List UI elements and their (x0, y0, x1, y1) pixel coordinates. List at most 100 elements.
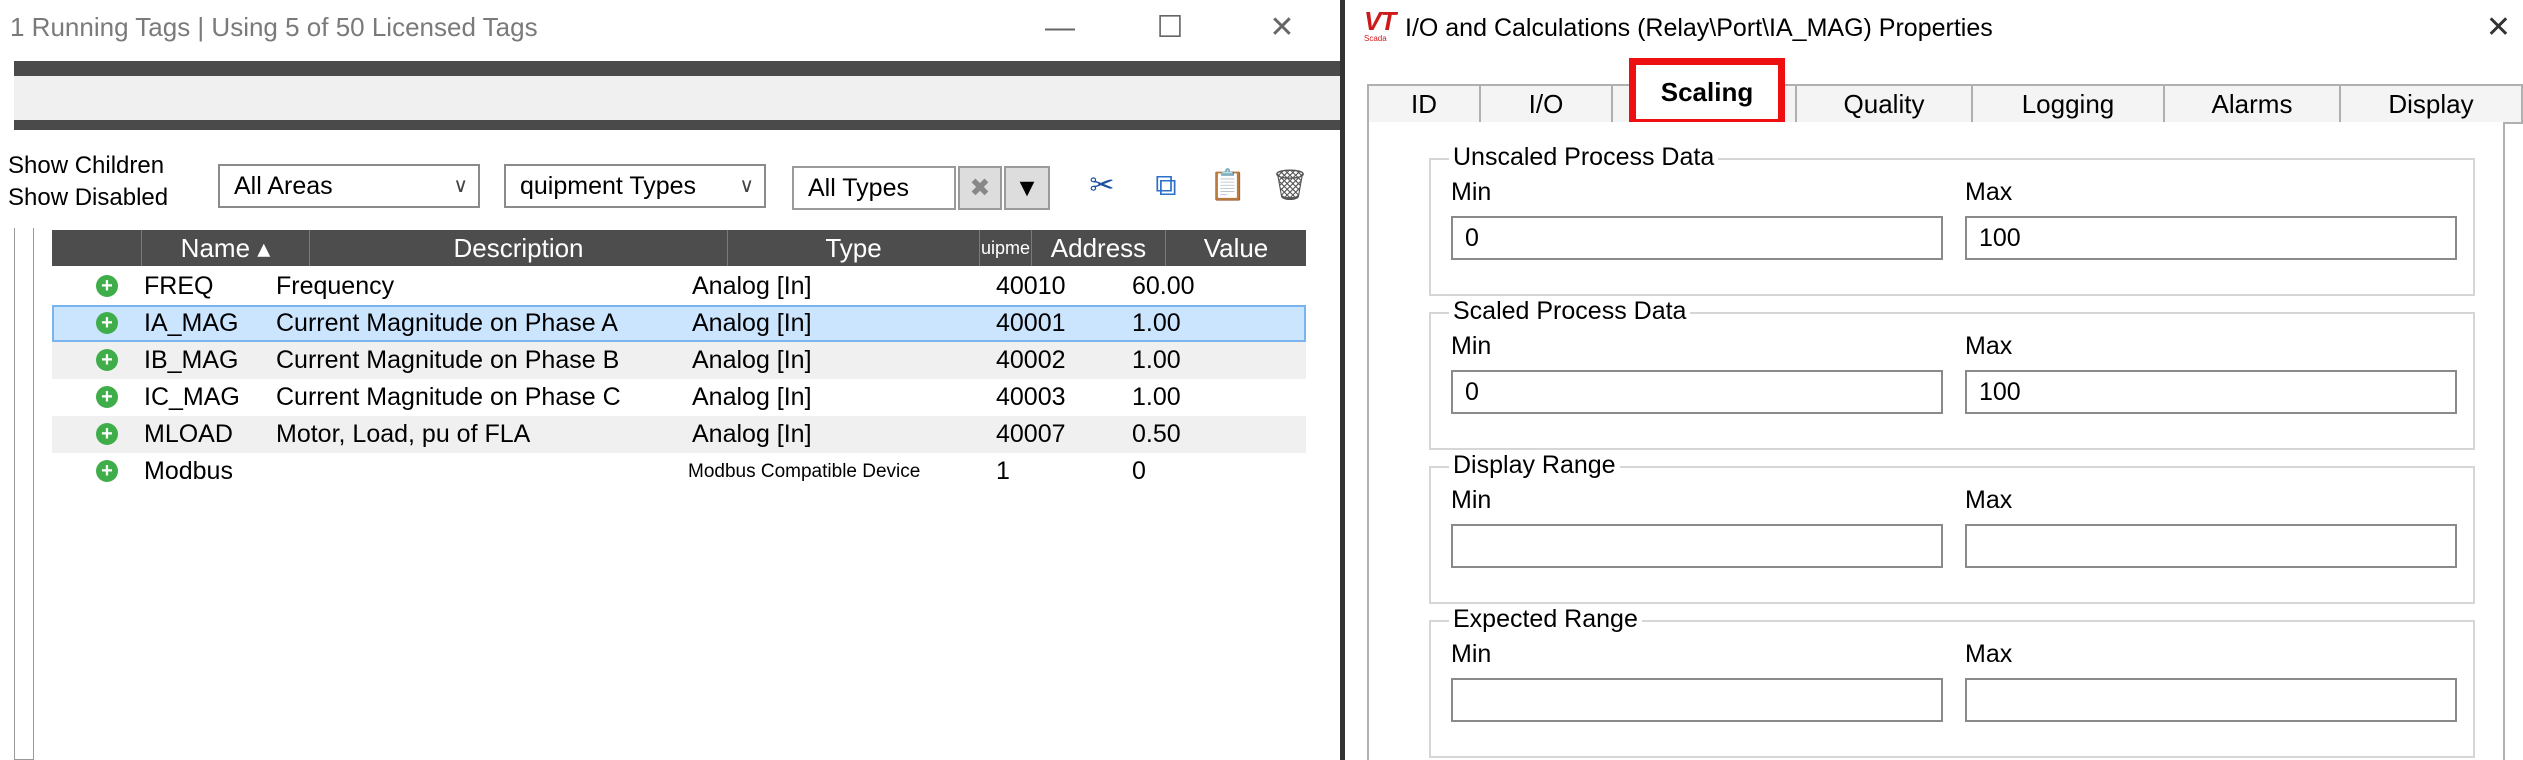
tab-scaling-active[interactable]: Scaling (1629, 58, 1785, 126)
area-filter-select[interactable]: All Areas ∨ (218, 164, 480, 208)
add-icon[interactable]: + (96, 349, 118, 371)
tab-alarms[interactable]: Alarms (2163, 84, 2341, 122)
cell-description: Current Magnitude on Phase A (276, 309, 618, 337)
vtscada-logo-icon: VT (1364, 6, 1396, 36)
tab-logging[interactable]: Logging (1971, 84, 2165, 122)
vtscada-logo-subtext: Scada (1364, 34, 1387, 43)
column-header-type[interactable]: Type (728, 230, 980, 266)
show-children-checkbox[interactable]: Show Children (8, 152, 164, 180)
cell-address: 40007 (996, 420, 1066, 448)
tab-display[interactable]: Display (2339, 84, 2523, 122)
cell-type: Analog [In] (692, 346, 812, 374)
tag-browser-window: 1 Running Tags | Using 5 of 50 Licensed … (0, 0, 1340, 760)
chevron-down-icon: ∨ (739, 175, 754, 197)
min-label: Min (1451, 486, 1492, 514)
cell-type: Analog [In] (692, 272, 812, 300)
cell-value: 1.00 (1132, 383, 1181, 411)
tab-id[interactable]: ID (1367, 84, 1481, 122)
display-range-max-input[interactable] (1965, 524, 2457, 568)
cell-address: 40010 (996, 272, 1066, 300)
close-icon[interactable]: ✕ (1262, 8, 1302, 48)
cut-icon[interactable]: ✂ (1082, 166, 1122, 206)
scaling-panel: Unscaled Process Data Min Max 0 100 Scal… (1367, 122, 2505, 760)
delete-icon[interactable]: 🗑 (1270, 166, 1310, 206)
add-icon[interactable]: + (96, 275, 118, 297)
cell-description: Motor, Load, pu of FLA (276, 420, 531, 448)
cell-type: Analog [In] (692, 383, 812, 411)
column-header-equipment[interactable]: uipme (980, 230, 1032, 266)
table-row[interactable]: + IB_MAG Current Magnitude on Phase B An… (52, 342, 1306, 379)
max-label: Max (1965, 332, 2013, 360)
group-legend: Scaled Process Data (1449, 297, 1691, 326)
dialog-title: I/O and Calculations (Relay\Port\IA_MAG)… (1405, 14, 1993, 42)
close-icon[interactable]: ✕ (2486, 8, 2511, 48)
group-legend: Display Range (1449, 451, 1620, 480)
max-label: Max (1965, 486, 2013, 514)
maximize-icon[interactable]: ☐ (1150, 8, 1190, 48)
cell-address: 40001 (996, 309, 1066, 337)
cell-address: 40002 (996, 346, 1066, 374)
group-legend: Unscaled Process Data (1449, 143, 1719, 172)
table-row[interactable]: + FREQ Frequency Analog [In] 40010 60.00 (52, 268, 1306, 305)
paste-icon[interactable]: 📋 (1208, 166, 1248, 206)
type-filter-value: All Types (808, 174, 909, 202)
cell-type: Analog [In] (692, 420, 812, 448)
title-bar: 1 Running Tags | Using 5 of 50 Licensed … (0, 0, 1340, 58)
grid-header: Name ▴ Description Type uipme Address Va… (52, 230, 1306, 266)
show-disabled-checkbox[interactable]: Show Disabled (8, 184, 168, 212)
table-row[interactable]: + IC_MAG Current Magnitude on Phase C An… (52, 379, 1306, 416)
copy-icon[interactable]: ⧉ (1146, 166, 1186, 206)
column-header-add[interactable] (52, 230, 142, 266)
display-range-min-input[interactable] (1451, 524, 1943, 568)
table-row-selected[interactable]: + IA_MAG Current Magnitude on Phase A An… (52, 305, 1306, 342)
add-icon[interactable]: + (96, 386, 118, 408)
table-row[interactable]: + MLOAD Motor, Load, pu of FLA Analog [I… (52, 416, 1306, 453)
unscaled-min-input[interactable]: 0 (1451, 216, 1943, 260)
cell-description: Frequency (276, 272, 395, 300)
cell-value: 1.00 (1132, 309, 1181, 337)
cell-type: Analog [In] (692, 309, 812, 337)
group-scaled-process-data: Scaled Process Data Min Max 0 100 (1429, 297, 2475, 450)
equipment-filter-select[interactable]: quipment Types ∨ (504, 164, 766, 208)
scaled-max-input[interactable]: 100 (1965, 370, 2457, 414)
group-expected-range: Expected Range Min Max (1429, 605, 2475, 758)
area-filter-value: All Areas (234, 172, 333, 200)
minimize-icon[interactable]: — (1040, 8, 1080, 48)
group-display-range: Display Range Min Max (1429, 451, 2475, 604)
equipment-filter-value: quipment Types (520, 172, 697, 200)
cell-name: MLOAD (144, 420, 233, 448)
cell-value: 0.50 (1132, 420, 1181, 448)
table-row[interactable]: + Modbus Modbus Compatible Device 1 0 (52, 453, 1306, 490)
add-icon[interactable]: + (96, 460, 118, 482)
column-header-description[interactable]: Description (310, 230, 728, 266)
tab-strip: ID I/O Quality Logging Alarms Display Sc… (1367, 58, 2523, 126)
column-header-value[interactable]: Value (1166, 230, 1306, 266)
filter-icon[interactable]: ▼ (1004, 166, 1050, 210)
column-header-name[interactable]: Name ▴ (142, 230, 310, 266)
unscaled-max-input[interactable]: 100 (1965, 216, 2457, 260)
cell-description: Current Magnitude on Phase C (276, 383, 621, 411)
expected-range-max-input[interactable] (1965, 678, 2457, 722)
group-unscaled-process-data: Unscaled Process Data Min Max 0 100 (1429, 143, 2475, 296)
cell-value: 0 (1132, 457, 1146, 485)
cell-address: 1 (996, 457, 1010, 485)
expected-range-min-input[interactable] (1451, 678, 1943, 722)
properties-dialog: VT Scada I/O and Calculations (Relay\Por… (1345, 0, 2523, 760)
tab-quality[interactable]: Quality (1795, 84, 1973, 122)
column-header-address[interactable]: Address (1032, 230, 1166, 266)
clear-filter-icon[interactable]: ✖ (958, 166, 1002, 210)
add-icon[interactable]: + (96, 423, 118, 445)
cell-name: IC_MAG (144, 383, 240, 411)
cell-description: Current Magnitude on Phase B (276, 346, 620, 374)
add-icon[interactable]: + (96, 312, 118, 334)
cell-value: 60.00 (1132, 272, 1195, 300)
min-label: Min (1451, 640, 1492, 668)
cell-value: 1.00 (1132, 346, 1181, 374)
tags-grid: Name ▴ Description Type uipme Address Va… (0, 228, 1340, 760)
tab-io[interactable]: I/O (1479, 84, 1613, 122)
min-label: Min (1451, 332, 1492, 360)
type-filter-select[interactable]: All Types (792, 166, 956, 210)
cell-address: 40003 (996, 383, 1066, 411)
toolbar-band-dark (14, 61, 1340, 76)
scaled-min-input[interactable]: 0 (1451, 370, 1943, 414)
